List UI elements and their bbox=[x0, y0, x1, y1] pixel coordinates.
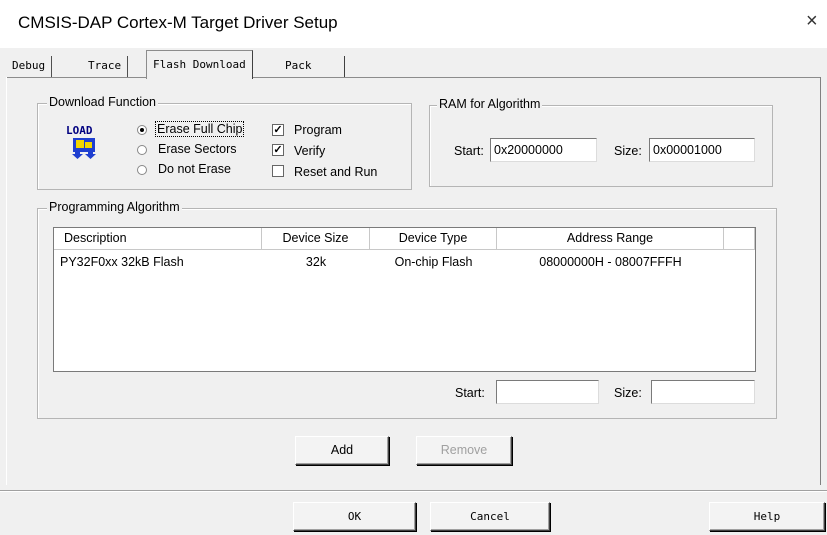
table-row[interactable]: PY32F0xx 32kB Flash 32k On-chip Flash 08… bbox=[54, 252, 755, 272]
column-header-address-range[interactable]: Address Range bbox=[497, 228, 724, 250]
column-header-description[interactable]: Description bbox=[54, 228, 262, 250]
add-button[interactable]: Add bbox=[295, 436, 389, 465]
reset-and-run-checkbox[interactable] bbox=[272, 165, 284, 177]
do-not-erase-label[interactable]: Do not Erase bbox=[158, 162, 231, 176]
tab-trace[interactable]: Trace bbox=[82, 56, 129, 77]
row-device-type: On-chip Flash bbox=[394, 255, 473, 269]
algo-start-input[interactable] bbox=[496, 380, 599, 404]
close-icon[interactable]: × bbox=[806, 10, 818, 33]
program-label[interactable]: Program bbox=[294, 123, 342, 137]
ram-size-label: Size: bbox=[614, 144, 642, 158]
verify-checkbox[interactable]: ✓ bbox=[272, 144, 284, 156]
algo-start-label: Start: bbox=[455, 386, 485, 400]
cancel-button[interactable]: Cancel bbox=[430, 502, 550, 531]
algorithm-list[interactable]: Description Device Size Device Type Addr… bbox=[53, 227, 756, 372]
reset-and-run-label[interactable]: Reset and Run bbox=[294, 165, 377, 179]
download-function-legend: Download Function bbox=[47, 95, 159, 109]
erase-sectors-radio[interactable] bbox=[137, 145, 147, 155]
algo-size-input[interactable] bbox=[651, 380, 755, 404]
programming-algorithm-legend: Programming Algorithm bbox=[47, 200, 182, 214]
help-button[interactable]: Help bbox=[709, 502, 825, 531]
column-header-device-size[interactable]: Device Size bbox=[262, 228, 370, 250]
tab-flash-download[interactable]: Flash Download bbox=[146, 50, 253, 79]
row-description: PY32F0xx 32kB Flash bbox=[60, 255, 184, 269]
program-checkbox[interactable]: ✓ bbox=[272, 124, 284, 136]
ram-size-input[interactable]: 0x00001000 bbox=[649, 138, 755, 162]
row-address-range: 08000000H - 08007FFFH bbox=[539, 255, 682, 269]
column-header-empty bbox=[724, 228, 755, 250]
window-title: CMSIS-DAP Cortex-M Target Driver Setup bbox=[18, 13, 338, 32]
row-device-size: 32k bbox=[305, 255, 327, 269]
verify-label[interactable]: Verify bbox=[294, 144, 325, 158]
do-not-erase-radio[interactable] bbox=[137, 165, 147, 175]
erase-full-chip-label[interactable]: Erase Full Chip bbox=[155, 121, 245, 137]
tab-debug[interactable]: Debug bbox=[6, 56, 53, 77]
remove-button[interactable]: Remove bbox=[416, 436, 512, 465]
tab-pack[interactable]: Pack bbox=[279, 56, 345, 77]
load-logo-text: LOAD bbox=[66, 124, 93, 137]
footer-separator bbox=[0, 490, 827, 492]
ram-start-input[interactable]: 0x20000000 bbox=[490, 138, 597, 162]
ok-button[interactable]: OK bbox=[293, 502, 416, 531]
ram-for-algorithm-legend: RAM for Algorithm bbox=[437, 97, 543, 111]
algo-size-label: Size: bbox=[614, 386, 642, 400]
ram-start-label: Start: bbox=[454, 144, 484, 158]
erase-full-chip-radio[interactable] bbox=[137, 125, 147, 135]
column-header-device-type[interactable]: Device Type bbox=[370, 228, 497, 250]
load-icon: LOAD bbox=[66, 124, 102, 160]
erase-sectors-label[interactable]: Erase Sectors bbox=[158, 142, 237, 156]
